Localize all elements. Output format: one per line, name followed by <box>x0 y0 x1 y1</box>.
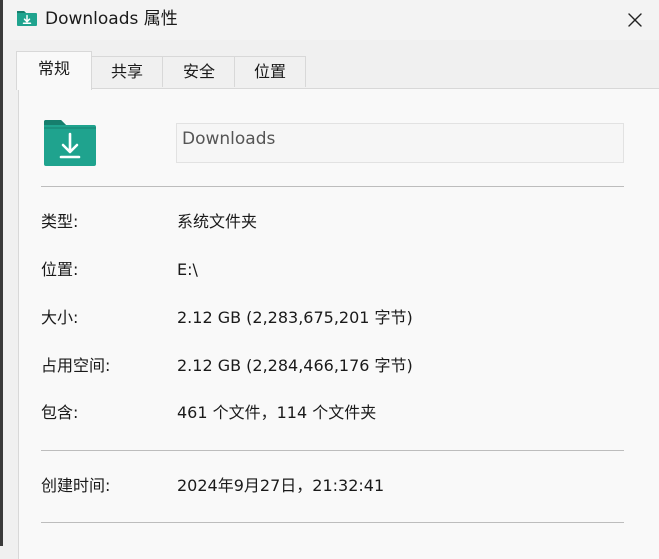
size-label: 大小: <box>41 308 79 327</box>
title-bar: Downloads 属性 <box>3 0 659 40</box>
tab-strip: 常规 共享 安全 位置 <box>3 40 659 90</box>
downloads-folder-icon <box>17 11 37 26</box>
type-label: 类型: <box>41 212 79 231</box>
tab-sharing[interactable]: 共享 <box>90 56 164 87</box>
location-label: 位置: <box>41 260 79 279</box>
contains-value: 461 个文件，114 个文件夹 <box>177 403 377 422</box>
tab-security[interactable]: 安全 <box>162 56 236 87</box>
close-icon <box>628 13 642 27</box>
location-value: E:\ <box>177 260 198 279</box>
created-label: 创建时间: <box>41 476 111 495</box>
downloads-folder-icon <box>44 120 96 166</box>
contains-label: 包含: <box>41 403 79 422</box>
separator <box>41 522 624 523</box>
separator <box>41 186 624 187</box>
window-title: Downloads 属性 <box>45 9 178 29</box>
size-on-disk-label: 占用空间: <box>41 356 111 375</box>
created-value: 2024年9月27日，21:32:41 <box>177 476 385 495</box>
tab-general[interactable]: 常规 <box>16 51 92 90</box>
close-button[interactable] <box>621 6 649 34</box>
folder-name-input[interactable] <box>176 123 624 163</box>
general-panel: 类型: 系统文件夹 位置: E:\ 大小: 2.12 GB (2,283,675… <box>18 88 659 559</box>
type-value: 系统文件夹 <box>177 212 258 231</box>
size-value: 2.12 GB (2,283,675,201 字节) <box>177 308 413 327</box>
separator <box>41 450 624 451</box>
size-on-disk-value: 2.12 GB (2,284,466,176 字节) <box>177 356 413 375</box>
tab-location[interactable]: 位置 <box>234 56 306 87</box>
